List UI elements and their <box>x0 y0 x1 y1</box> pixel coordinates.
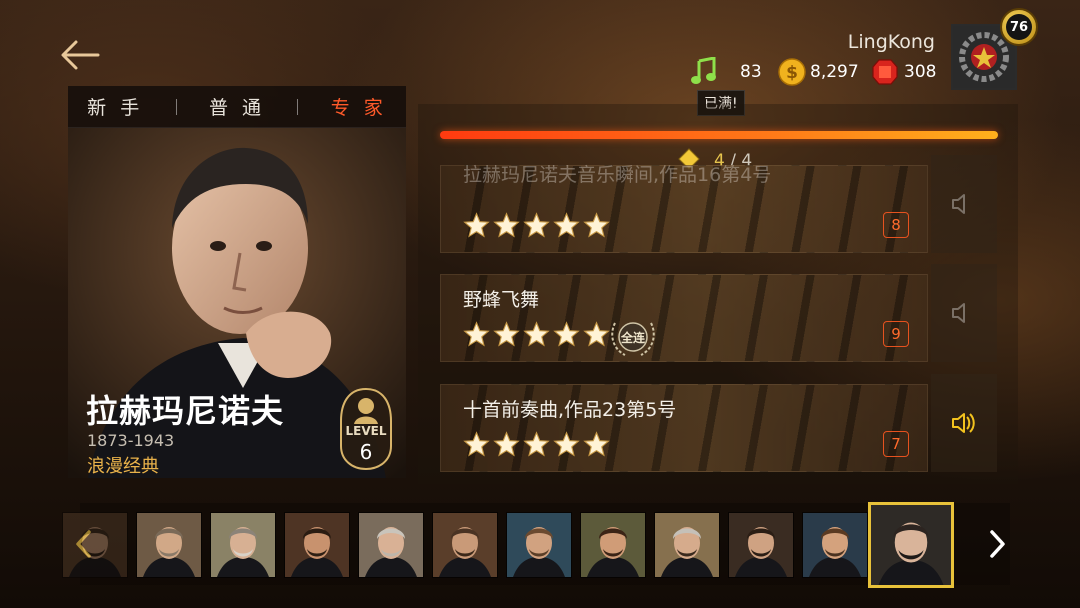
composer-years: 1873-1943 <box>87 431 175 450</box>
player-name: LingKong <box>847 31 935 53</box>
star-icon <box>583 321 610 347</box>
speaker-icon[interactable] <box>931 264 997 362</box>
svg-text:$: $ <box>786 63 798 83</box>
star-icon <box>493 431 520 457</box>
composer-thumb[interactable] <box>802 512 868 578</box>
star-icon <box>523 212 550 238</box>
full-combo-badge: 全连 <box>607 317 659 357</box>
composer-era: 浪漫经典 <box>87 456 159 477</box>
star-icon <box>463 321 490 347</box>
coins-count: 8,297 <box>810 62 859 82</box>
song-card[interactable]: 十首前奏曲,作品23第5号 7 <box>440 384 928 472</box>
notes-count: 83 <box>740 62 762 82</box>
song-card[interactable]: 拉赫玛尼诺夫音乐瞬间,作品16第4号 8 <box>440 164 928 253</box>
star-icon <box>553 212 580 238</box>
coin-icon: $ <box>778 58 806 86</box>
composer-thumb[interactable] <box>580 512 646 578</box>
player-level: 76 <box>1006 14 1032 40</box>
song-difficulty-badge: 7 <box>883 431 909 457</box>
back-arrow-icon[interactable] <box>58 38 102 72</box>
completion-progress-bar <box>440 131 998 139</box>
chevron-right-icon[interactable] <box>983 526 1011 562</box>
composer-thumb[interactable] <box>210 512 276 578</box>
composer-thumb[interactable] <box>62 512 128 578</box>
song-title: 野蜂飞舞 <box>463 289 540 311</box>
speaker-icon[interactable] <box>931 155 997 253</box>
music-note-icon <box>691 57 716 84</box>
tab-divider <box>175 98 177 115</box>
level-label: LEVEL <box>345 424 387 438</box>
gems-count: 308 <box>904 62 937 82</box>
difficulty-tabs: 新 手 普 通 专 家 <box>68 86 406 128</box>
star-icon <box>463 431 490 457</box>
star-icon <box>523 431 550 457</box>
star-icon <box>493 321 520 347</box>
composer-name: 拉赫玛尼诺夫 <box>86 392 285 430</box>
composer-thumb-selected[interactable] <box>868 502 954 588</box>
tab-beginner[interactable]: 新 手 <box>81 93 149 120</box>
composer-thumb[interactable] <box>506 512 572 578</box>
composer-thumb[interactable] <box>728 512 794 578</box>
star-icon <box>553 431 580 457</box>
composer-thumb[interactable] <box>358 512 424 578</box>
composer-thumb[interactable] <box>136 512 202 578</box>
star-icon <box>583 431 610 457</box>
tab-divider <box>297 98 299 115</box>
star-icon <box>583 212 610 238</box>
player-level-badge: 76 <box>1000 8 1038 46</box>
tab-expert[interactable]: 专 家 <box>325 93 393 120</box>
ruby-icon <box>872 59 898 85</box>
star-icon <box>523 321 550 347</box>
song-card[interactable]: 野蜂飞舞全连 9 <box>440 274 928 362</box>
star-icon <box>493 212 520 238</box>
star-rating <box>463 212 610 239</box>
song-difficulty-badge: 9 <box>883 321 909 347</box>
full-combo-label: 全连 <box>620 331 645 345</box>
level-number: 6 <box>359 440 373 464</box>
composer-thumb[interactable] <box>654 512 720 578</box>
composer-thumb[interactable] <box>284 512 350 578</box>
song-title: 十首前奏曲,作品23第5号 <box>463 399 677 421</box>
star-rating <box>463 431 610 458</box>
song-title: 拉赫玛尼诺夫音乐瞬间,作品16第4号 <box>463 164 772 186</box>
speaker-icon[interactable] <box>931 374 997 472</box>
composer-thumb[interactable] <box>432 512 498 578</box>
tab-normal[interactable]: 普 通 <box>203 93 271 120</box>
song-difficulty-badge: 8 <box>883 212 909 238</box>
star-icon <box>553 321 580 347</box>
star-rating <box>463 321 610 348</box>
star-icon <box>463 212 490 238</box>
